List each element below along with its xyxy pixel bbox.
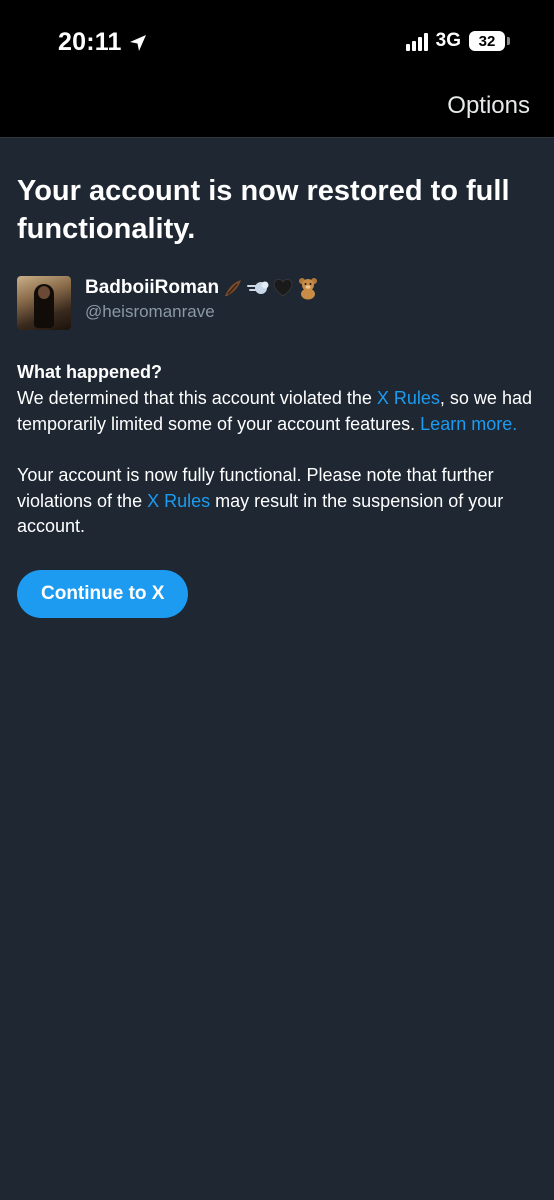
top-nav-bar: Options [0,84,554,138]
restore-notice: Your account is now restored to full fun… [17,172,537,618]
network-type: 3G [435,30,461,51]
learn-more-link[interactable]: Learn more. [420,414,517,434]
wing-emoji-icon [225,280,242,296]
status-time: 20:11 [58,28,148,57]
black-heart-emoji-icon [273,279,293,297]
user-handle: @heisromanrave [85,302,215,321]
x-rules-link-2[interactable]: X Rules [147,491,210,511]
options-button[interactable]: Options [447,92,530,120]
avatar [17,276,71,330]
name-emojis [222,276,320,300]
violation-explanation: We determined that this account violated… [17,386,537,437]
teddy-bear-emoji-icon [299,278,318,300]
time-text: 20:11 [58,28,122,56]
status-bar: 20:11 3G 32 [0,0,554,84]
battery-level: 32 [469,31,505,51]
x-rules-link[interactable]: X Rules [377,388,440,408]
what-happened-heading: What happened? [17,362,162,382]
cellular-signal-icon [405,31,428,51]
display-name: BadboiiRoman [85,277,220,298]
display-name-row: BadboiiRoman [85,276,320,300]
page-title: Your account is now restored to full fun… [17,175,510,245]
restored-explanation: Your account is now fully functional. Pl… [17,463,537,540]
continue-button[interactable]: Continue to X [17,569,189,618]
dash-emoji-icon [247,281,269,294]
status-indicators: 3G 32 [405,30,510,52]
para1-text: We determined that this account violated… [17,388,377,408]
account-card: BadboiiRoman @heisromanrave [17,276,537,330]
battery-icon: 32 [469,31,510,51]
location-arrow-icon [128,33,148,53]
